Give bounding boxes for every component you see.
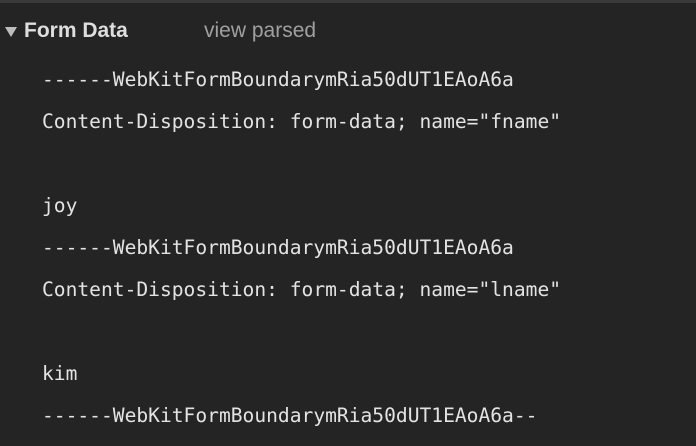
payload-line: joy <box>42 194 78 217</box>
panel-top-border <box>0 0 696 3</box>
payload-line: Content-Disposition: form-data; name="fn… <box>42 110 562 133</box>
payload-line: kim <box>42 362 78 385</box>
payload-line: ------WebKitFormBoundarymRia50dUT1EAoA6a <box>42 68 514 91</box>
view-parsed-toggle[interactable]: view parsed <box>204 19 316 43</box>
triangle-down-icon[interactable] <box>5 27 17 37</box>
payload-line: Content-Disposition: form-data; name="ln… <box>42 278 562 301</box>
form-data-payload: ------WebKitFormBoundarymRia50dUT1EAoA6a… <box>42 64 561 442</box>
form-data-section-header[interactable]: Form Data view parsed <box>0 14 696 50</box>
payload-line <box>42 316 561 358</box>
payload-line <box>42 148 561 190</box>
payload-line: ------WebKitFormBoundarymRia50dUT1EAoA6a <box>42 236 514 259</box>
payload-line: ------WebKitFormBoundarymRia50dUT1EAoA6a… <box>42 404 538 427</box>
section-title[interactable]: Form Data <box>24 19 128 43</box>
